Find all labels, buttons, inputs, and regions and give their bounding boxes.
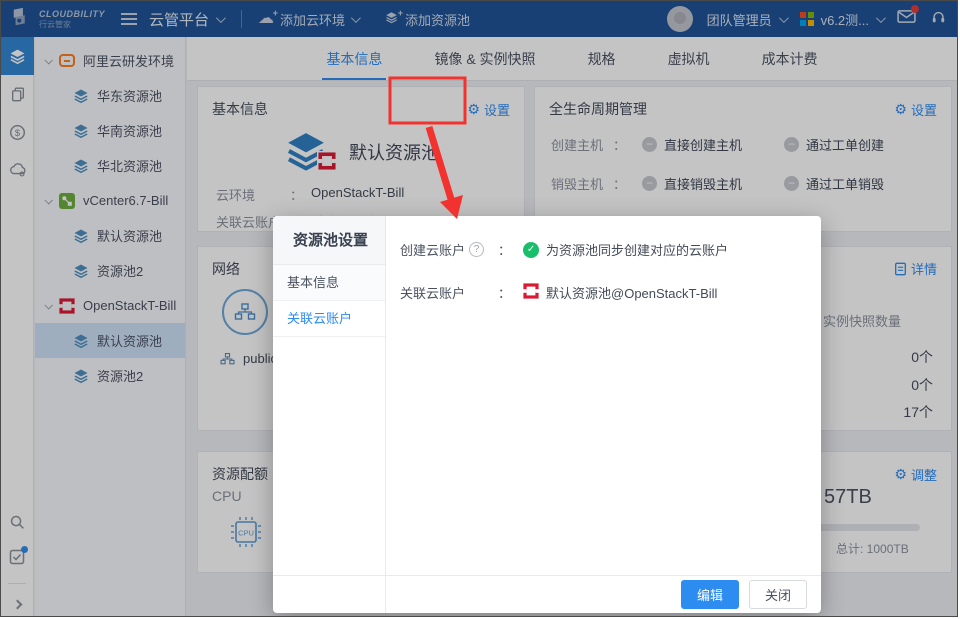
- modal-menu-basic-info[interactable]: 基本信息: [273, 265, 385, 301]
- modal-sidebar: 资源池设置 基本信息 关联云账户: [273, 216, 386, 613]
- menu-item-label: 基本信息: [287, 275, 339, 290]
- colon: ：: [498, 283, 511, 302]
- edit-button[interactable]: 编辑: [681, 580, 739, 609]
- linked-account-label: 关联云账户: [400, 283, 465, 302]
- colon: ：: [498, 240, 511, 259]
- create-account-label: 创建云账户: [400, 240, 465, 259]
- create-account-value: 为资源池同步创建对应的云账户: [546, 240, 728, 259]
- menu-item-label: 关联云账户: [287, 311, 352, 326]
- pool-settings-modal: 资源池设置 基本信息 关联云账户 创建云账户 ? ： ✓ 为资源池同步创建对应的…: [273, 216, 821, 613]
- modal-menu-linked-account[interactable]: 关联云账户: [273, 301, 385, 337]
- create-account-row: 创建云账户 ? ： ✓ 为资源池同步创建对应的云账户: [400, 240, 821, 259]
- close-button[interactable]: 关闭: [749, 580, 807, 609]
- linked-account-value: 默认资源池@OpenStackT-Bill: [546, 283, 717, 302]
- modal-footer: 编辑 关闭: [273, 575, 821, 613]
- modal-title: 资源池设置: [273, 216, 385, 265]
- app-window: CLOUDBILITY 行云管家 云管平台 ☁+ 添加云环境 + 添加资源池 团…: [0, 0, 958, 617]
- modal-content: 创建云账户 ? ： ✓ 为资源池同步创建对应的云账户 关联云账户 ： 默认资源池…: [386, 216, 821, 575]
- openstack-icon: [523, 283, 539, 302]
- linked-account-row: 关联云账户 ： 默认资源池@OpenStackT-Bill: [400, 283, 821, 302]
- check-circle-icon: ✓: [523, 242, 539, 258]
- help-icon[interactable]: ?: [469, 242, 484, 257]
